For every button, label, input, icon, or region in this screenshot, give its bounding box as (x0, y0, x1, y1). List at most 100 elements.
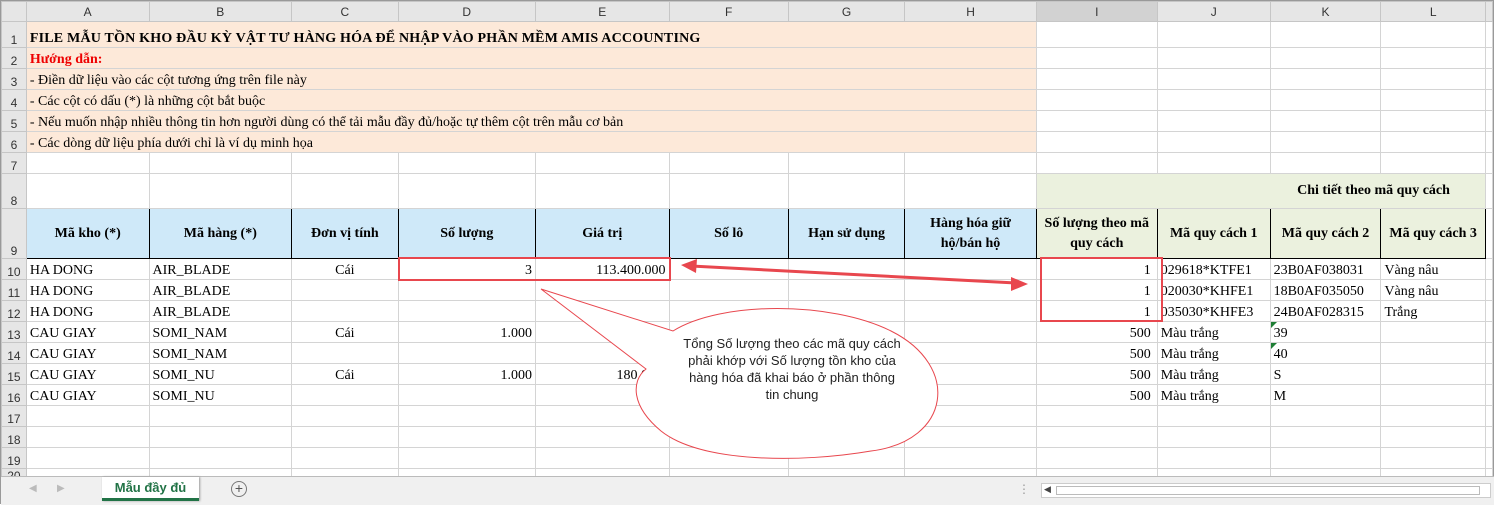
data-cell[interactable]: Vàng nâu (1380, 258, 1486, 280)
data-cell[interactable]: 18B0AF035050 (1269, 279, 1382, 301)
cell[interactable] (397, 426, 536, 448)
data-cell[interactable] (291, 342, 399, 364)
guide-line[interactable]: - Các dòng dữ liệu phía dưới chỉ là ví d… (25, 131, 1037, 153)
data-cell[interactable] (534, 279, 670, 301)
guide-line[interactable]: - Nếu muốn nhập nhiều thông tin hơn ngườ… (25, 110, 1037, 132)
data-cell[interactable]: M (1269, 384, 1382, 406)
data-cell[interactable]: 113.400.000 (534, 258, 670, 280)
column-header-G[interactable]: G (787, 1, 906, 22)
data-cell[interactable]: S (1269, 363, 1382, 385)
cell[interactable] (1484, 447, 1494, 469)
data-cell[interactable] (1380, 342, 1486, 364)
cell[interactable] (1269, 110, 1382, 132)
data-cell[interactable]: 500 (1035, 321, 1158, 343)
data-cell[interactable] (904, 258, 1037, 280)
guide-label[interactable]: Hướng dẫn: (25, 47, 1037, 69)
cell[interactable] (1484, 208, 1494, 259)
row-header-13[interactable]: 13 (1, 321, 27, 343)
data-cell[interactable]: Cái (291, 363, 399, 385)
cell[interactable] (1269, 89, 1382, 111)
cell[interactable] (1156, 426, 1271, 448)
cell[interactable] (1156, 21, 1271, 48)
sheet-tab-mau-day-du[interactable]: Mẫu đầy đủ (102, 477, 199, 501)
data-cell[interactable]: 39 (1269, 321, 1382, 343)
cell[interactable] (1035, 68, 1158, 90)
row-header-16[interactable]: 16 (1, 384, 27, 406)
cell[interactable] (1380, 152, 1486, 174)
cell[interactable] (1484, 405, 1494, 427)
row-header-3[interactable]: 3 (1, 68, 27, 90)
guide-line[interactable]: - Các cột có dấu (*) là những cột bắt bu… (25, 89, 1037, 111)
cell[interactable] (1035, 405, 1158, 427)
cell[interactable] (25, 152, 150, 174)
cell[interactable] (291, 152, 399, 174)
row-header-19[interactable]: 19 (1, 447, 27, 469)
row-header-7[interactable]: 7 (1, 152, 27, 174)
data-cell[interactable]: CAU GIAY (25, 363, 150, 385)
data-cell[interactable] (1380, 384, 1486, 406)
cell[interactable] (1484, 363, 1494, 385)
column-header-C[interactable]: C (291, 1, 399, 22)
data-cell[interactable] (397, 279, 536, 301)
cell[interactable] (1156, 68, 1271, 90)
cell[interactable] (668, 173, 789, 209)
cell[interactable] (1484, 89, 1494, 111)
cell[interactable] (1484, 384, 1494, 406)
data-cell[interactable] (397, 384, 536, 406)
sheet-title[interactable]: FILE MẪU TỒN KHO ĐẦU KỲ VẬT TƯ HÀNG HÓA … (25, 21, 1037, 48)
cell[interactable] (291, 426, 399, 448)
data-cell[interactable]: Cái (291, 258, 399, 280)
cell[interactable] (1269, 131, 1382, 153)
cell[interactable] (1035, 152, 1158, 174)
cell[interactable] (1269, 21, 1382, 48)
cell[interactable] (1156, 152, 1271, 174)
data-cell[interactable]: 40 (1269, 342, 1382, 364)
cell[interactable] (1484, 47, 1494, 69)
data-cell[interactable] (291, 300, 399, 322)
cell[interactable] (1380, 426, 1486, 448)
cell[interactable] (1035, 21, 1158, 48)
row-header-14[interactable]: 14 (1, 342, 27, 364)
data-cell[interactable]: SOMI_NAM (148, 342, 293, 364)
data-cell[interactable]: 3 (397, 258, 536, 280)
column-header-D[interactable]: D (397, 1, 536, 22)
data-cell[interactable]: 24B0AF028315 (1269, 300, 1382, 322)
data-cell[interactable]: 500 (1035, 384, 1158, 406)
cell[interactable] (1035, 131, 1158, 153)
cell[interactable] (1380, 68, 1486, 90)
cell[interactable] (148, 405, 293, 427)
cell[interactable] (1484, 300, 1494, 322)
add-sheet-icon[interactable]: + (231, 481, 247, 497)
row-header-15[interactable]: 15 (1, 363, 27, 385)
scroll-left-icon[interactable]: ◀ (29, 483, 37, 494)
data-cell[interactable]: Cái (291, 321, 399, 343)
data-cell[interactable]: AIR_BLADE (148, 279, 293, 301)
cell[interactable] (397, 173, 536, 209)
scroll-right-icon[interactable]: ▶ (57, 483, 65, 494)
horizontal-scrollbar[interactable]: ◀ (1041, 483, 1491, 498)
cell[interactable] (1380, 21, 1486, 48)
data-cell[interactable] (904, 279, 1037, 301)
row-header-2[interactable]: 2 (1, 47, 27, 69)
cell[interactable] (1035, 426, 1158, 448)
row-header-18[interactable]: 18 (1, 426, 27, 448)
cell[interactable] (25, 405, 150, 427)
row-header-17[interactable]: 17 (1, 405, 27, 427)
cell[interactable] (1269, 426, 1382, 448)
data-cell[interactable]: Màu trắng (1156, 363, 1271, 385)
cell[interactable] (1380, 131, 1486, 153)
cell[interactable] (1156, 47, 1271, 69)
data-cell[interactable]: 23B0AF038031 (1269, 258, 1382, 280)
row-header-10[interactable]: 10 (1, 258, 27, 280)
data-cell[interactable]: Trắng (1380, 300, 1486, 322)
data-cell[interactable] (787, 258, 906, 280)
cell[interactable] (397, 405, 536, 427)
data-cell[interactable] (397, 342, 536, 364)
row-header-9[interactable]: 9 (1, 208, 27, 259)
row-header-1[interactable]: 1 (1, 21, 27, 48)
cell[interactable] (397, 152, 536, 174)
cell[interactable] (1269, 68, 1382, 90)
cell[interactable] (904, 173, 1037, 209)
row-header-11[interactable]: 11 (1, 279, 27, 301)
column-header-F[interactable]: F (668, 1, 789, 22)
